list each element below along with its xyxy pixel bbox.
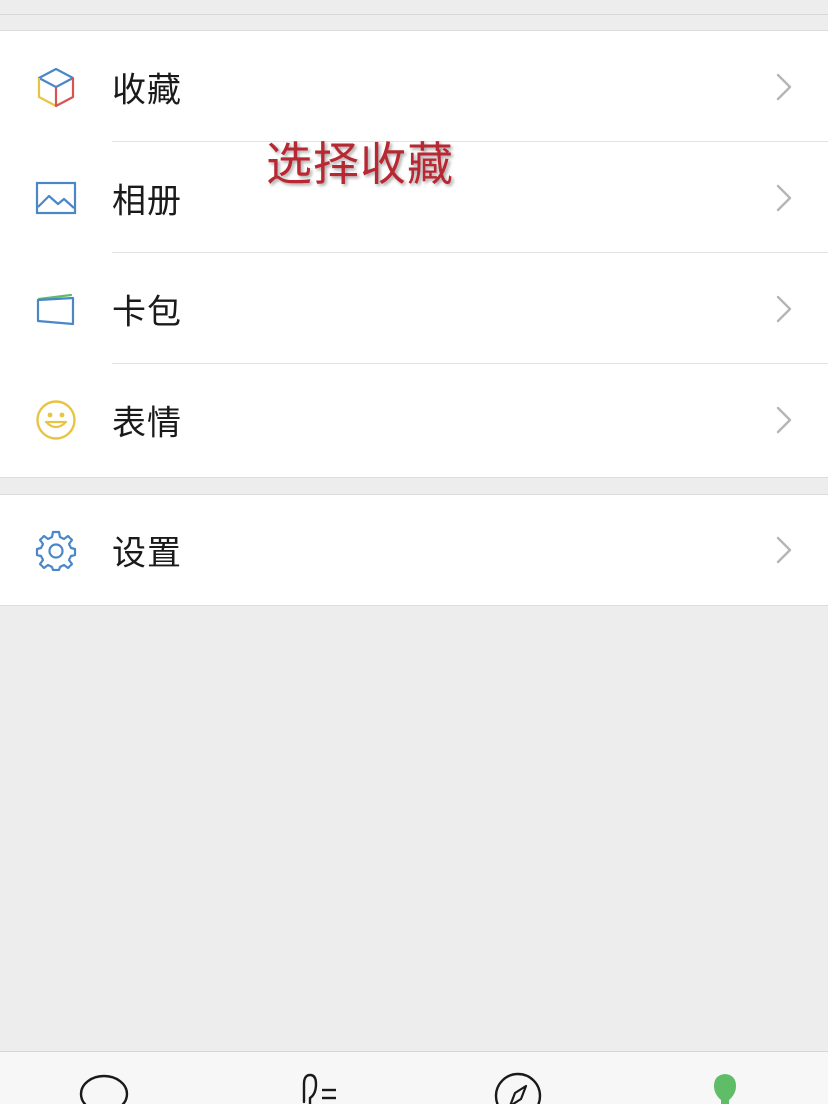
menu-item-label: 卡包 <box>112 292 182 332</box>
tab-contacts[interactable] <box>290 1072 350 1104</box>
chevron-right-icon <box>774 405 794 435</box>
menu-item-stickers[interactable]: 表情 <box>0 364 828 475</box>
tab-me[interactable] <box>696 1072 756 1104</box>
chevron-right-icon <box>774 72 794 102</box>
menu-item-card-wallet[interactable]: 卡包 <box>0 253 828 364</box>
chevron-right-icon <box>774 535 794 565</box>
menu-item-favorites[interactable]: 收藏 <box>0 31 828 142</box>
menu-group-2: 设置 <box>0 494 828 606</box>
menu-item-label: 表情 <box>112 403 182 443</box>
chats-icon <box>79 1074 129 1104</box>
chevron-right-icon <box>774 183 794 213</box>
menu-item-label: 收藏 <box>112 70 182 110</box>
chevron-right-icon <box>774 294 794 324</box>
me-icon <box>714 1074 736 1104</box>
contacts-icon <box>302 1073 336 1104</box>
menu-item-settings[interactable]: 设置 <box>0 495 828 605</box>
tab-chats[interactable] <box>74 1072 134 1104</box>
stickers-smiley-icon <box>34 398 78 442</box>
favorites-cube-icon <box>34 65 78 109</box>
top-strip <box>0 0 828 15</box>
tab-discover[interactable] <box>488 1072 548 1104</box>
menu-item-label: 设置 <box>112 533 182 574</box>
album-image-icon <box>34 176 78 220</box>
bottom-tab-bar <box>0 1051 828 1104</box>
card-wallet-icon <box>34 287 78 331</box>
menu-group-1: 收藏 相册 卡包 表情 <box>0 30 828 478</box>
settings-gear-icon <box>34 528 78 572</box>
menu-item-label: 相册 <box>112 181 182 221</box>
annotation-label: 选择收藏 <box>266 137 454 191</box>
discover-icon <box>494 1072 542 1104</box>
